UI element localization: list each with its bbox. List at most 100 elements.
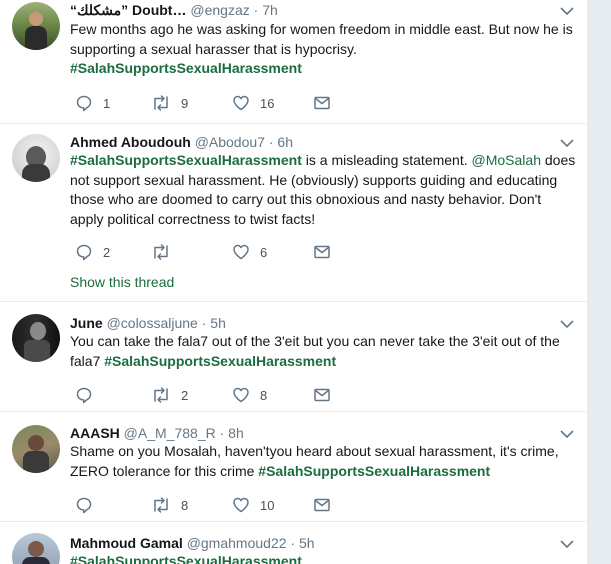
direct-message-icon bbox=[314, 388, 330, 402]
tweet-header: June @colossaljune · 5h bbox=[70, 314, 226, 332]
hashtag-link[interactable]: #SalahSupportsSexualHarassment bbox=[70, 553, 302, 564]
direct-message-icon bbox=[314, 96, 330, 110]
tweet-header: Ahmed Aboudouh @Abodou7 · 6h bbox=[70, 133, 293, 151]
tweet[interactable]: “مشكلك” Doubt… @engzaz · 7h Few months a… bbox=[0, 0, 587, 124]
retweet-icon bbox=[154, 95, 168, 111]
tweet[interactable]: Mahmoud Gamal @gmahmoud22 · 5h #SalahSup… bbox=[0, 522, 587, 564]
tweet-actions: 2 8 bbox=[70, 385, 370, 405]
display-name[interactable]: Mahmoud Gamal bbox=[70, 535, 183, 551]
separator: · bbox=[268, 134, 274, 150]
direct-message-button[interactable] bbox=[313, 385, 331, 405]
like-count: 8 bbox=[260, 387, 268, 403]
display-name[interactable]: AAASH bbox=[70, 425, 120, 441]
retweet-button[interactable]: 9 bbox=[151, 93, 188, 113]
tweet-actions: 2 6 bbox=[70, 242, 370, 262]
username[interactable]: @gmahmoud22 bbox=[187, 535, 287, 551]
tweet-actions: 1 9 16 bbox=[70, 93, 370, 113]
caret-down-icon[interactable] bbox=[560, 319, 574, 329]
like-icon bbox=[233, 244, 249, 260]
username[interactable]: @A_M_788_R bbox=[124, 425, 216, 441]
hashtag-link[interactable]: #SalahSupportsSexualHarassment bbox=[70, 152, 302, 168]
timeline: “مشكلك” Doubt… @engzaz · 7h Few months a… bbox=[0, 0, 588, 564]
page-background bbox=[588, 0, 611, 564]
like-button[interactable]: 8 bbox=[232, 385, 267, 405]
hashtag-link[interactable]: #SalahSupportsSexualHarassment bbox=[70, 60, 302, 76]
separator: · bbox=[253, 2, 259, 18]
tweet-text: Shame on you Mosalah, haven'tyou heard a… bbox=[70, 442, 578, 481]
tweet-body: is a misleading statement. bbox=[301, 152, 472, 168]
avatar[interactable] bbox=[12, 134, 60, 182]
direct-message-button[interactable] bbox=[313, 495, 331, 515]
timestamp[interactable]: 8h bbox=[228, 425, 244, 441]
tweet[interactable]: AAASH @A_M_788_R · 8h Shame on you Mosal… bbox=[0, 412, 587, 522]
separator: · bbox=[219, 425, 225, 441]
display-name[interactable]: “مشكلك” Doubt… bbox=[70, 2, 186, 18]
like-button[interactable]: 10 bbox=[232, 495, 274, 515]
tweet-text: Few months ago he was asking for women f… bbox=[70, 20, 578, 79]
like-button[interactable]: 6 bbox=[232, 242, 267, 262]
tweet-actions: 8 10 bbox=[70, 495, 370, 515]
reply-count: 2 bbox=[103, 244, 111, 260]
hashtag-link[interactable]: #SalahSupportsSexualHarassment bbox=[104, 353, 336, 369]
retweet-button[interactable]: 2 bbox=[151, 385, 188, 405]
timestamp[interactable]: 6h bbox=[277, 134, 293, 150]
hashtag-link[interactable]: #SalahSupportsSexualHarassment bbox=[258, 463, 490, 479]
mention-link[interactable]: @MoSalah bbox=[472, 152, 541, 168]
tweet-text: #SalahSupportsSexualHarassment is a misl… bbox=[70, 151, 578, 229]
direct-message-button[interactable] bbox=[313, 242, 331, 262]
username[interactable]: @colossaljune bbox=[107, 315, 198, 331]
username[interactable]: @Abodou7 bbox=[195, 134, 265, 150]
display-name[interactable]: Ahmed Aboudouh bbox=[70, 134, 191, 150]
direct-message-icon bbox=[314, 498, 330, 512]
caret-down-icon[interactable] bbox=[560, 429, 574, 439]
retweet-count: 9 bbox=[181, 95, 189, 111]
tweet[interactable]: Ahmed Aboudouh @Abodou7 · 6h #SalahSuppo… bbox=[0, 124, 587, 302]
display-name[interactable]: June bbox=[70, 315, 103, 331]
caret-down-icon[interactable] bbox=[560, 138, 574, 148]
tweet[interactable]: June @colossaljune · 5h You can take the… bbox=[0, 302, 587, 412]
like-icon bbox=[233, 497, 249, 513]
timestamp[interactable]: 7h bbox=[262, 2, 278, 18]
reply-icon bbox=[76, 497, 92, 514]
retweet-count: 2 bbox=[181, 387, 189, 403]
caret-down-icon[interactable] bbox=[560, 539, 574, 549]
avatar[interactable] bbox=[12, 2, 60, 50]
tweet-header: “مشكلك” Doubt… @engzaz · 7h bbox=[70, 1, 278, 19]
retweet-count: 8 bbox=[181, 497, 189, 513]
reply-count: 1 bbox=[103, 95, 111, 111]
show-thread-link[interactable]: Show this thread bbox=[70, 274, 174, 290]
timestamp[interactable]: 5h bbox=[210, 315, 226, 331]
like-count: 6 bbox=[260, 244, 268, 260]
avatar[interactable] bbox=[12, 425, 60, 473]
tweet-text: #SalahSupportsSexualHarassment bbox=[70, 552, 578, 564]
reply-button[interactable]: 2 bbox=[75, 242, 110, 262]
retweet-icon bbox=[154, 387, 168, 403]
tweet-body: Few months ago he was asking for women f… bbox=[70, 21, 573, 57]
retweet-button[interactable]: 8 bbox=[151, 495, 188, 515]
direct-message-icon bbox=[314, 245, 330, 259]
tweet-header: AAASH @A_M_788_R · 8h bbox=[70, 424, 244, 442]
like-count: 10 bbox=[260, 497, 275, 513]
retweet-button[interactable] bbox=[151, 242, 181, 262]
separator: · bbox=[290, 535, 296, 551]
reply-icon bbox=[76, 244, 92, 261]
retweet-icon bbox=[154, 497, 168, 513]
reply-icon bbox=[76, 387, 92, 404]
tweet-text: You can take the fala7 out of the 3'eit … bbox=[70, 332, 578, 371]
like-button[interactable]: 16 bbox=[232, 93, 274, 113]
like-icon bbox=[233, 387, 249, 403]
caret-down-icon[interactable] bbox=[560, 6, 574, 16]
reply-button[interactable] bbox=[75, 495, 103, 515]
reply-button[interactable] bbox=[75, 385, 103, 405]
tweet-header: Mahmoud Gamal @gmahmoud22 · 5h bbox=[70, 534, 315, 552]
username[interactable]: @engzaz bbox=[190, 2, 249, 18]
avatar[interactable] bbox=[12, 314, 60, 362]
reply-icon bbox=[76, 95, 92, 112]
reply-button[interactable]: 1 bbox=[75, 93, 110, 113]
retweet-icon bbox=[154, 244, 168, 260]
direct-message-button[interactable] bbox=[313, 93, 331, 113]
separator: · bbox=[201, 315, 207, 331]
timestamp[interactable]: 5h bbox=[299, 535, 315, 551]
like-icon bbox=[233, 95, 249, 111]
avatar[interactable] bbox=[12, 533, 60, 564]
